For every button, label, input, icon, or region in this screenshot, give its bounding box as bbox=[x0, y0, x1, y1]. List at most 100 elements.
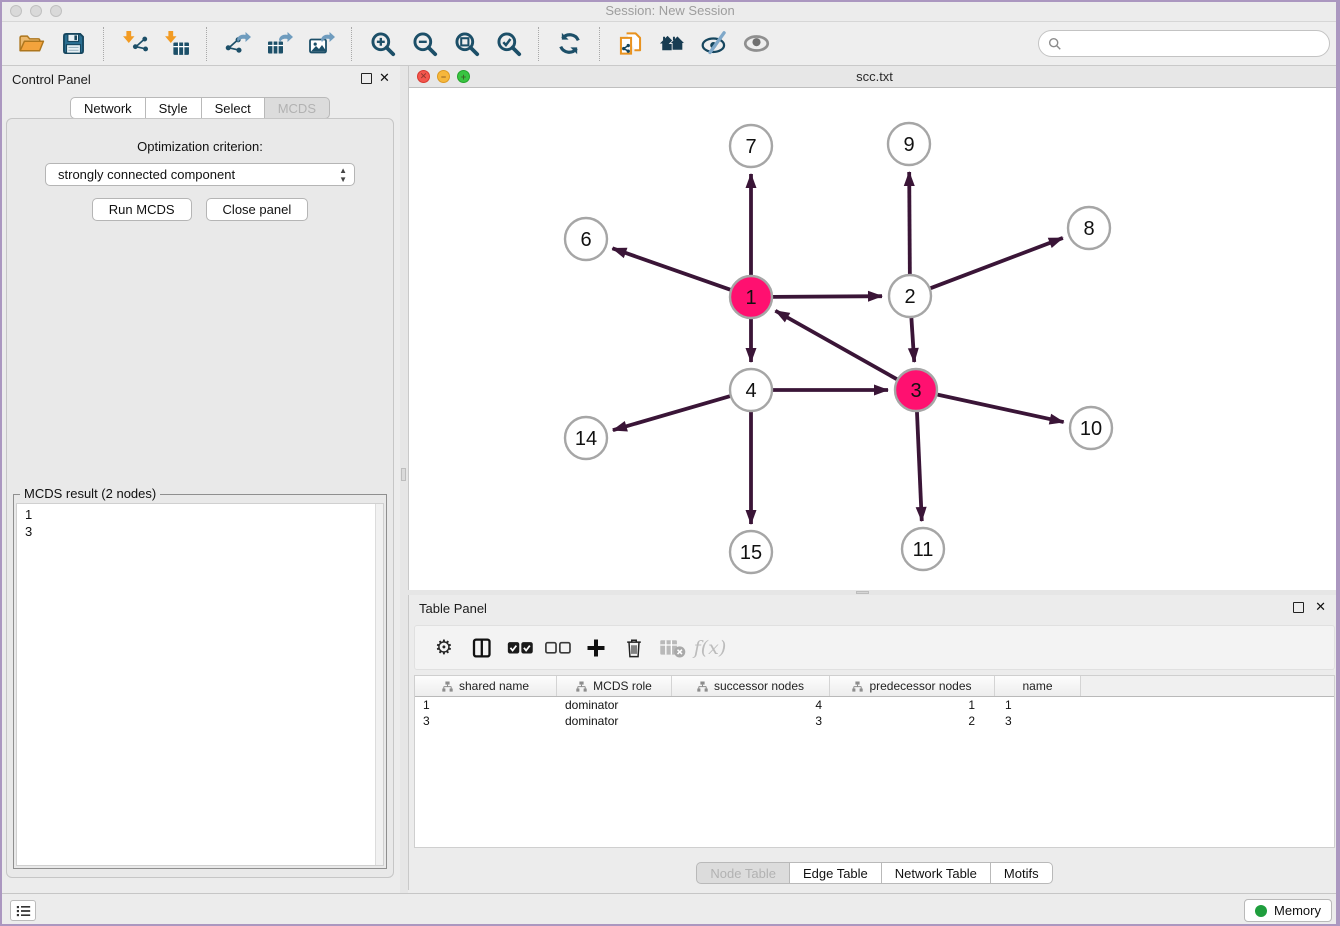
table-row[interactable]: 1dominator411 bbox=[415, 697, 1334, 713]
tree-hierarchy-icon bbox=[852, 681, 863, 692]
float-panel-icon[interactable] bbox=[361, 73, 372, 84]
table-cell[interactable]: 4 bbox=[672, 697, 830, 713]
graph-node-4[interactable]: 4 bbox=[730, 369, 772, 411]
tab-mcds[interactable]: MCDS bbox=[264, 97, 330, 119]
refresh-button[interactable] bbox=[552, 26, 586, 62]
table-cell[interactable]: dominator bbox=[557, 713, 672, 729]
splitter-grip-icon bbox=[856, 591, 869, 594]
table-cell[interactable]: 1 bbox=[415, 697, 557, 713]
toolbar-separator bbox=[103, 27, 104, 61]
table-cell[interactable]: 2 bbox=[830, 713, 995, 729]
add-button[interactable] bbox=[581, 633, 611, 663]
network-canvas[interactable]: 7 9 6 8 1 2 4 3 14 10 15 11 bbox=[409, 88, 1340, 590]
table-cell[interactable]: 3 bbox=[672, 713, 830, 729]
tab-edge-table[interactable]: Edge Table bbox=[789, 862, 882, 884]
header-filler bbox=[1081, 676, 1334, 696]
table-cell[interactable]: 3 bbox=[995, 713, 1081, 729]
graph-node-11[interactable]: 11 bbox=[902, 528, 944, 570]
task-history-button[interactable] bbox=[10, 900, 36, 921]
svg-text:4: 4 bbox=[745, 380, 756, 402]
optimization-criterion-label: Optimization criterion: bbox=[7, 139, 393, 154]
select-all-button[interactable] bbox=[505, 633, 535, 663]
search-input[interactable] bbox=[1068, 36, 1320, 51]
result-scrollbar[interactable] bbox=[375, 504, 383, 865]
graph-node-9[interactable]: 9 bbox=[888, 123, 930, 165]
select-spinner-icon: ▲▼ bbox=[339, 166, 347, 184]
tab-motifs[interactable]: Motifs bbox=[990, 862, 1053, 884]
run-mcds-button[interactable]: Run MCDS bbox=[92, 198, 192, 221]
graph-edge-2-8[interactable] bbox=[931, 238, 1063, 288]
import-network-button[interactable] bbox=[117, 26, 151, 62]
svg-text:11: 11 bbox=[913, 539, 934, 561]
svg-text:14: 14 bbox=[575, 428, 597, 450]
graph-edge-3-1[interactable] bbox=[775, 311, 896, 379]
column-header-MCDS-role[interactable]: MCDS role bbox=[557, 676, 672, 696]
deselect-all-button[interactable] bbox=[543, 633, 573, 663]
table-cell[interactable]: 3 bbox=[415, 713, 557, 729]
graph-edge-1-6[interactable] bbox=[612, 248, 730, 289]
zoom-fit-button[interactable] bbox=[449, 26, 483, 62]
graph-node-8[interactable]: 8 bbox=[1068, 207, 1110, 249]
hide-graphics-details-button[interactable] bbox=[697, 26, 731, 62]
graph-node-1[interactable]: 1 bbox=[730, 276, 772, 318]
graph-edge-1-2[interactable] bbox=[773, 296, 882, 297]
memory-button[interactable]: Memory bbox=[1244, 899, 1332, 922]
columns-button[interactable] bbox=[467, 633, 497, 663]
import-table-button[interactable] bbox=[159, 26, 193, 62]
export-image-button[interactable] bbox=[304, 26, 338, 62]
splitter-grip-icon bbox=[401, 468, 406, 481]
zoom-out-button[interactable] bbox=[407, 26, 441, 62]
graph-node-6[interactable]: 6 bbox=[565, 218, 607, 260]
toolbar-separator bbox=[599, 27, 600, 61]
column-header-name[interactable]: name bbox=[995, 676, 1081, 696]
tab-network[interactable]: Network bbox=[70, 97, 146, 119]
column-header-predecessor-nodes[interactable]: predecessor nodes bbox=[830, 676, 995, 696]
graph-node-10[interactable]: 10 bbox=[1070, 407, 1112, 449]
export-table-button[interactable] bbox=[262, 26, 296, 62]
tab-select[interactable]: Select bbox=[201, 97, 265, 119]
save-button[interactable] bbox=[56, 26, 90, 62]
close-panel-button[interactable]: Close panel bbox=[206, 198, 309, 221]
mcds-result-textarea[interactable]: 1 3 bbox=[16, 503, 384, 866]
home-button[interactable] bbox=[655, 26, 689, 62]
trash-button[interactable] bbox=[619, 633, 649, 663]
zoom-selected-button[interactable] bbox=[491, 26, 525, 62]
zoom-in-button[interactable] bbox=[365, 26, 399, 62]
tab-node-table[interactable]: Node Table bbox=[696, 862, 790, 884]
graph-node-2[interactable]: 2 bbox=[889, 275, 931, 317]
column-header-shared-name[interactable]: shared name bbox=[415, 676, 557, 696]
search-box[interactable] bbox=[1038, 30, 1330, 57]
tab-network-table[interactable]: Network Table bbox=[881, 862, 991, 884]
table-row[interactable]: 3dominator323 bbox=[415, 713, 1334, 729]
graph-edge-2-9[interactable] bbox=[909, 172, 910, 274]
graph-edge-3-11[interactable] bbox=[917, 412, 922, 521]
close-panel-icon[interactable]: ✕ bbox=[379, 70, 390, 86]
float-panel-icon[interactable] bbox=[1293, 602, 1304, 613]
column-label: name bbox=[1022, 679, 1052, 693]
close-panel-icon[interactable]: ✕ bbox=[1315, 599, 1326, 615]
column-header-successor-nodes[interactable]: successor nodes bbox=[672, 676, 830, 696]
copy-document-button[interactable] bbox=[613, 26, 647, 62]
open-folder-button[interactable] bbox=[14, 26, 48, 62]
optimization-criterion-select[interactable]: strongly connected component ▲▼ bbox=[45, 163, 355, 186]
table-cell[interactable]: 1 bbox=[995, 697, 1081, 713]
svg-text:7: 7 bbox=[745, 136, 756, 158]
graph-node-14[interactable]: 14 bbox=[565, 417, 607, 459]
table-cell[interactable]: 1 bbox=[830, 697, 995, 713]
gear-button[interactable]: ⚙ bbox=[429, 633, 459, 663]
table-cell[interactable]: dominator bbox=[557, 697, 672, 713]
tab-style[interactable]: Style bbox=[145, 97, 202, 119]
export-network-button[interactable] bbox=[220, 26, 254, 62]
graph-edge-3-10[interactable] bbox=[937, 395, 1063, 422]
graph-node-7[interactable]: 7 bbox=[730, 125, 772, 167]
svg-text:2: 2 bbox=[904, 286, 915, 308]
panel-splitter-vertical[interactable] bbox=[400, 66, 408, 893]
copy-document-icon bbox=[617, 30, 644, 57]
memory-status-icon bbox=[1255, 905, 1267, 917]
birds-eye-view-button[interactable] bbox=[739, 26, 773, 62]
graph-node-15[interactable]: 15 bbox=[730, 531, 772, 573]
graph-edge-4-14[interactable] bbox=[613, 396, 730, 430]
zoom-out-icon bbox=[411, 30, 438, 57]
graph-node-3[interactable]: 3 bbox=[895, 369, 937, 411]
graph-edge-2-3[interactable] bbox=[911, 318, 914, 362]
